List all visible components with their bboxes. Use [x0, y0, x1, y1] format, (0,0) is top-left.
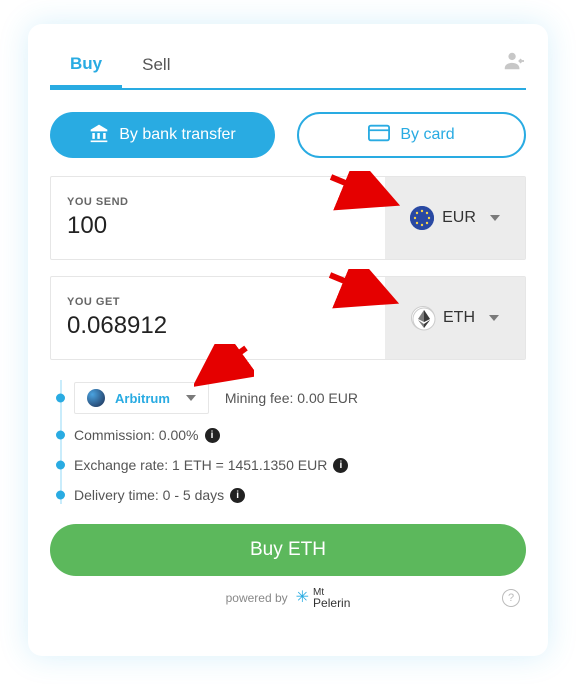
get-currency-selector[interactable]: ETH [385, 277, 525, 359]
eur-icon [410, 206, 434, 230]
buy-button[interactable]: Buy ETH [50, 524, 526, 576]
info-icon[interactable]: i [230, 488, 245, 503]
eth-icon [411, 306, 435, 330]
you-send-panel: YOU SEND 100 EUR [50, 176, 526, 260]
details-list: Arbitrum Mining fee: 0.00 EUR Commission… [56, 376, 526, 510]
bank-transfer-button[interactable]: By bank transfer [50, 112, 275, 158]
send-currency-selector[interactable]: EUR [385, 177, 525, 259]
help-icon[interactable]: ? [502, 589, 520, 607]
send-currency-label: EUR [442, 209, 476, 227]
you-send-label: YOU SEND [67, 196, 369, 208]
footer: powered by ✳ Mt Pelerin ? [50, 588, 526, 608]
mtpelerin-logo[interactable]: ✳ Mt Pelerin [296, 588, 351, 608]
arbitrum-icon [87, 389, 105, 407]
you-get-panel: YOU GET 0.068912 ETH [50, 276, 526, 360]
mining-fee: Mining fee: 0.00 EUR [225, 390, 358, 406]
get-currency-label: ETH [443, 309, 475, 327]
powered-by-text: powered by [226, 591, 288, 605]
info-icon[interactable]: i [333, 458, 348, 473]
commission-text: Commission: 0.00% [74, 427, 199, 443]
info-icon[interactable]: i [205, 428, 220, 443]
network-name: Arbitrum [115, 391, 170, 406]
tabs: Buy Sell [50, 42, 526, 90]
bank-transfer-label: By bank transfer [119, 126, 236, 144]
exchange-rate-text: Exchange rate: 1 ETH = 1451.1350 EUR [74, 457, 327, 473]
tab-sell[interactable]: Sell [122, 42, 190, 88]
you-get-value: 0.068912 [67, 312, 369, 340]
you-get-label: YOU GET [67, 296, 369, 308]
logo-mark-icon: ✳ [296, 592, 309, 604]
delivery-time-text: Delivery time: 0 - 5 days [74, 487, 224, 503]
bank-icon [89, 123, 109, 148]
tab-buy[interactable]: Buy [50, 43, 122, 89]
card-label: By card [400, 126, 454, 144]
you-send-value[interactable]: 100 [67, 212, 369, 240]
chevron-down-icon [489, 315, 499, 321]
payment-methods: By bank transfer By card [50, 112, 526, 158]
chevron-down-icon [186, 395, 196, 401]
brand-bottom: Pelerin [313, 598, 350, 608]
card-icon [368, 124, 390, 147]
network-selector[interactable]: Arbitrum [74, 382, 209, 414]
card-button[interactable]: By card [297, 112, 526, 158]
chevron-down-icon [490, 215, 500, 221]
account-icon[interactable] [502, 50, 524, 77]
